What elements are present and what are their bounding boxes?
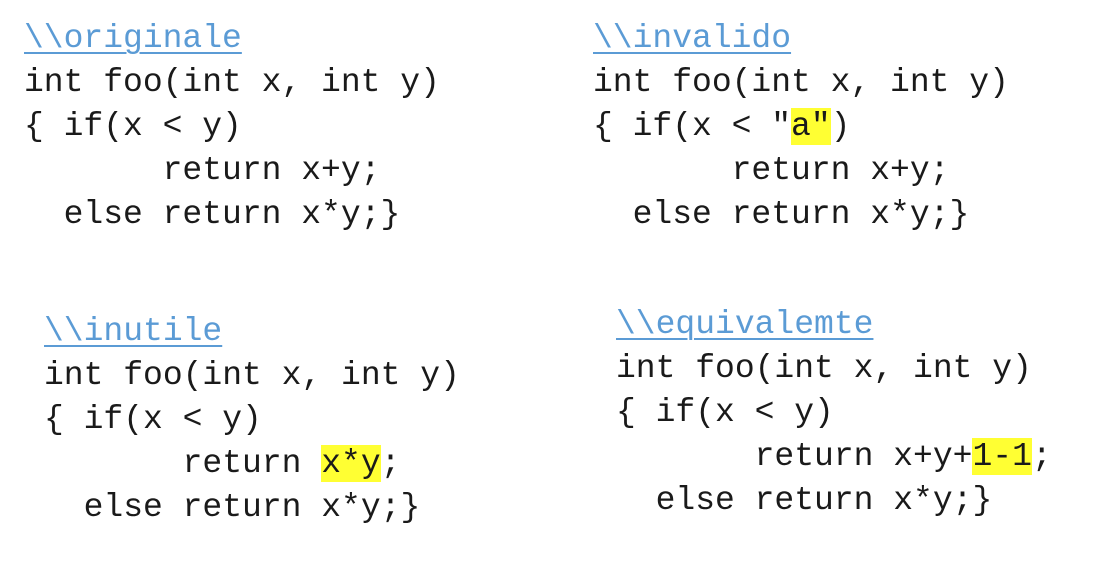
highlighted-change: 1-1 [972, 438, 1032, 475]
code-block-useless: \\inutile int foo(int x, int y) { if(x <… [44, 310, 460, 530]
code-block-equivalent: \\equivalemte int foo(int x, int y) { if… [616, 303, 1052, 523]
highlighted-change: x*y [321, 445, 381, 482]
block-title-invalid: \\invalido [593, 20, 792, 57]
code-line-else: else return x*y;} [44, 489, 421, 526]
code-line-else: else return x*y;} [616, 482, 993, 519]
code-line-return: return x*y; [44, 442, 460, 486]
code-text: return x+y+ [616, 438, 973, 475]
code-line-return: return x+y; [24, 149, 440, 193]
code-line-condition: { if(x < y) [616, 394, 834, 431]
highlighted-change: a" [791, 108, 831, 145]
block-title-original: \\originale [24, 20, 242, 57]
code-line-return: return x+y; [593, 152, 950, 189]
code-line-else: else return x*y;} [24, 196, 401, 233]
code-line-else: else return x*y;} [593, 196, 970, 233]
code-line-condition: { if(x < "a") [593, 105, 1009, 149]
code-text: x+y; [301, 152, 381, 189]
code-block-original: \\originale int foo(int x, int y) { if(x… [24, 17, 440, 237]
block-title-equivalent: \\equivalemte [616, 306, 874, 343]
code-line-condition: { if(x < y) [24, 108, 242, 145]
code-line-signature: int foo(int x, int y) [616, 350, 1032, 387]
code-text: { if(x < " [593, 108, 792, 145]
code-line-signature: int foo(int x, int y) [44, 357, 460, 394]
code-text: return [44, 445, 322, 482]
block-title-useless: \\inutile [44, 313, 223, 350]
code-line-condition: { if(x < y) [44, 401, 262, 438]
code-line-signature: int foo(int x, int y) [593, 64, 1009, 101]
code-text: ; [1031, 438, 1052, 475]
code-block-invalid: \\invalido int foo(int x, int y) { if(x … [593, 17, 1009, 237]
code-text: ; [380, 445, 401, 482]
code-text: return [24, 152, 302, 189]
code-text: ) [830, 108, 851, 145]
code-line-signature: int foo(int x, int y) [24, 64, 440, 101]
code-line-return: return x+y+1-1; [616, 435, 1052, 479]
